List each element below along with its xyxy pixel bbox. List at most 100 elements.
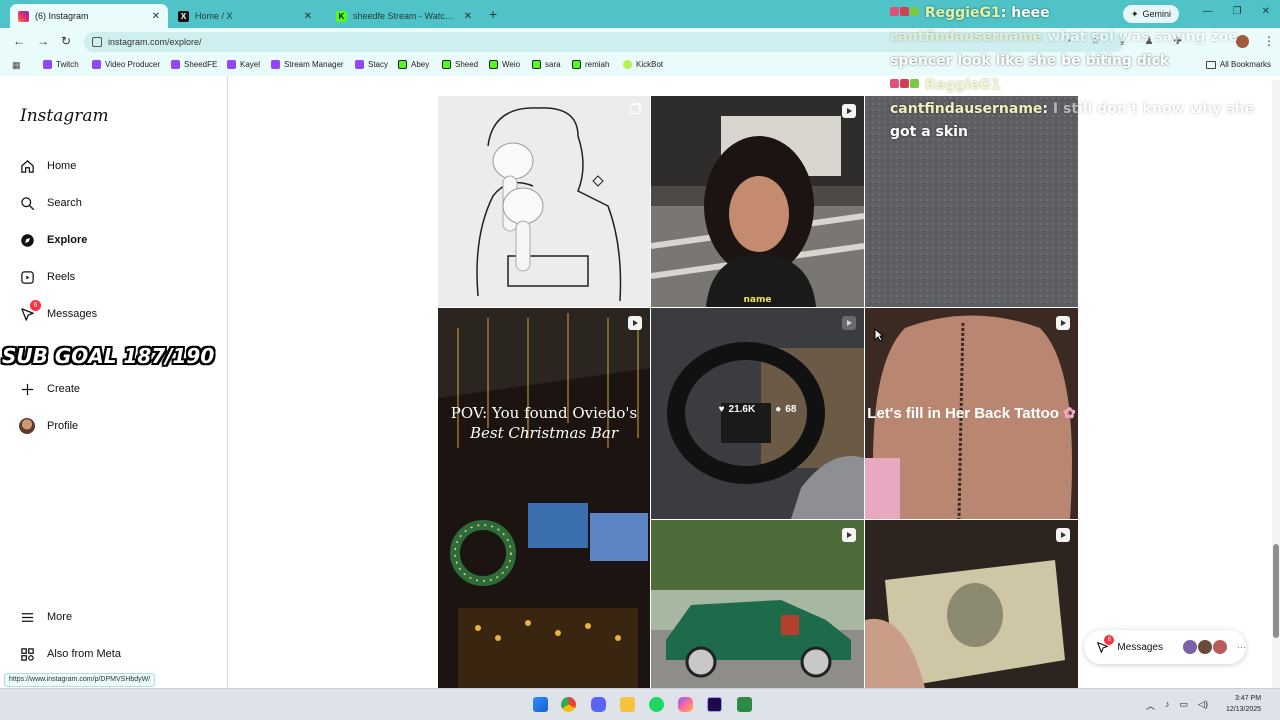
nav-label: Search	[47, 197, 82, 209]
nav-more[interactable]: More	[19, 609, 72, 625]
bookmark-item[interactable]: Kayel	[227, 60, 260, 69]
bookmark-item[interactable]: remiah	[572, 60, 609, 69]
nav-label: Home	[47, 160, 77, 172]
nav-profile[interactable]: Profile	[19, 418, 78, 434]
post-thumbnail[interactable]: ♥ 21.6K ● 68	[651, 308, 864, 519]
chat-text: what sol was saying zoe	[1047, 29, 1238, 45]
volume-icon[interactable]: ◁)	[1198, 699, 1208, 712]
chrome-icon[interactable]	[561, 697, 576, 712]
back-icon[interactable]: ←	[13, 34, 25, 48]
close-window-icon[interactable]: ✕	[1262, 6, 1270, 17]
reel-icon	[842, 104, 856, 118]
message-avatars	[1183, 640, 1227, 654]
windows-taskbar: ︿ ♪ ▭ ◁) 3:47 PM 12/13/2025	[0, 688, 1280, 720]
bookmark-item[interactable]: Abey	[398, 60, 429, 69]
post-thumbnail[interactable]	[651, 520, 864, 688]
bookmark-item[interactable]: Video Producer	[92, 60, 160, 69]
close-icon[interactable]: ✕	[464, 11, 472, 22]
discord-icon[interactable]	[591, 697, 606, 712]
kickbot-icon	[623, 60, 632, 69]
post-caption-overlay: name	[743, 295, 772, 305]
nav-search[interactable]: Search	[19, 195, 82, 211]
chevron-up-icon[interactable]: ︿	[1146, 699, 1155, 712]
nav-also-from-meta[interactable]: Also from Meta	[19, 646, 121, 662]
bookmark-item[interactable]: Weio	[489, 60, 520, 69]
system-clock[interactable]: 3:47 PM 12/13/2025	[1226, 693, 1261, 715]
bookmark-label: Kayel	[240, 60, 261, 69]
badge-icon	[910, 79, 919, 88]
kick-icon	[442, 60, 451, 69]
tab-kick[interactable]: K sheedfe Stream - Watch Live on ✕	[328, 4, 480, 28]
scrollbar-thumb[interactable]	[1273, 544, 1279, 638]
bookmark-item[interactable]: Stacy	[355, 60, 388, 69]
avatar	[1213, 640, 1227, 654]
nav-create[interactable]: Create	[19, 381, 80, 397]
meta-apps-icon	[19, 646, 35, 662]
copilot-icon[interactable]	[678, 697, 693, 712]
twitch-icon	[271, 60, 280, 69]
instagram-logo[interactable]: Instagram	[20, 106, 109, 126]
chat-message: ReggieG1: heee	[890, 5, 1050, 21]
avatar	[1198, 640, 1212, 654]
messenger-icon: 6	[1096, 635, 1115, 654]
maximize-icon[interactable]: ❐	[1233, 6, 1242, 17]
bookmark-label: Sheed	[455, 60, 479, 69]
chat-username: ReggieG1	[924, 5, 1001, 21]
bookmark-item[interactable]: Twitch	[43, 60, 79, 69]
tab-x[interactable]: X Home / X ✕	[170, 4, 320, 28]
folder-icon	[1205, 60, 1216, 69]
clock-time: 3:47 PM	[1234, 695, 1262, 702]
bookmark-item[interactable]: KickBot	[623, 60, 663, 69]
post-thumbnail[interactable]: Let's fill in Her Back Tattoo ✿	[865, 308, 1078, 519]
apps-icon[interactable]: ▦	[12, 60, 21, 71]
sub-goal-overlay: SUB GOAL 187/190	[2, 344, 215, 368]
bookmark-item[interactable]: Stream Manager	[271, 60, 344, 69]
window-controls: — ❐ ✕	[1203, 6, 1270, 17]
twitch-icon	[43, 60, 52, 69]
messages-label: Messages	[1117, 641, 1163, 653]
chat-username: ReggieG1	[924, 77, 1001, 93]
all-bookmarks-button[interactable]: All Bookmarks	[1205, 60, 1271, 69]
bookmark-item[interactable]: Sheed	[442, 60, 478, 69]
minimize-icon[interactable]: —	[1203, 6, 1213, 17]
premiere-pro-icon[interactable]	[707, 697, 722, 712]
post-thumbnail[interactable]	[438, 96, 650, 307]
post-thumbnail[interactable]	[865, 520, 1078, 688]
close-icon[interactable]: ✕	[304, 11, 312, 22]
new-tab-button[interactable]: +	[489, 6, 497, 22]
nav-messages[interactable]: 6 Messages	[19, 300, 97, 322]
kick-icon	[398, 60, 407, 69]
spotify-icon[interactable]	[649, 697, 664, 712]
badge-icon	[900, 79, 909, 88]
nav-label: Reels	[47, 271, 76, 283]
reel-icon	[1056, 528, 1070, 542]
kick-icon	[489, 60, 498, 69]
microphone-icon[interactable]: ♪	[1165, 699, 1170, 712]
flower-icon: ✿	[1063, 405, 1076, 422]
gemini-button[interactable]: ✦ Gemini	[1123, 5, 1180, 23]
all-bookmarks-label: All Bookmarks	[1219, 60, 1271, 69]
nav-explore[interactable]: Explore	[19, 232, 87, 248]
reel-icon	[842, 316, 856, 330]
nav-reels[interactable]: Reels	[19, 269, 75, 285]
app-icon[interactable]	[737, 697, 752, 712]
post-thumbnail[interactable]: POV: You found Oviedo's Best Christmas B…	[438, 308, 650, 688]
badge-icon	[910, 7, 919, 16]
bookmark-label: SheedFE	[184, 60, 218, 69]
tab-instagram[interactable]: (6) Instagram ✕	[10, 4, 168, 28]
post-caption-text: Let's fill in Her Back Tattoo	[867, 405, 1059, 422]
bookmark-item[interactable]: sara	[532, 60, 561, 69]
forward-icon[interactable]: →	[37, 34, 49, 48]
nav-label: Explore	[47, 234, 88, 246]
reload-icon[interactable]: ↻	[61, 34, 71, 48]
bookmark-item[interactable]: SheedFE	[171, 60, 217, 69]
windows-start-icon[interactable]	[533, 697, 548, 712]
nav-home[interactable]: Home	[19, 158, 76, 174]
site-info-icon[interactable]	[92, 37, 102, 47]
file-explorer-icon[interactable]	[620, 697, 635, 712]
close-icon[interactable]: ✕	[152, 11, 160, 22]
menu-kebab-icon[interactable]: ⋮	[1263, 34, 1275, 48]
post-thumbnail[interactable]: name	[651, 96, 864, 307]
messages-popup-button[interactable]: 6 Messages ···	[1084, 630, 1246, 664]
network-icon[interactable]: ▭	[1180, 699, 1189, 712]
